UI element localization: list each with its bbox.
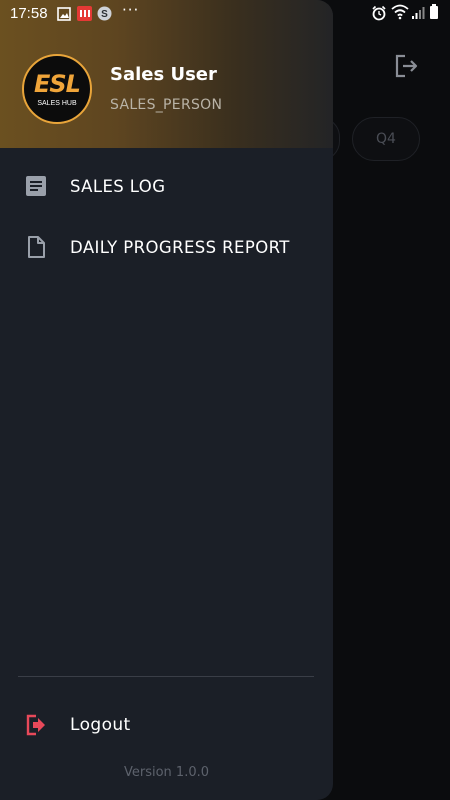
avatar-logo: ESL SALES HUB [22, 54, 92, 124]
logo-subtext: SALES HUB [37, 99, 77, 107]
article-icon [24, 174, 48, 198]
menu-item-sales-log[interactable]: SALES LOG [0, 158, 333, 214]
notification-app-icon [77, 6, 92, 25]
navigation-drawer: ESL SALES HUB Sales User SALES_PERSON SA… [0, 0, 333, 800]
skype-icon: S [97, 6, 112, 25]
signal-icon [411, 5, 425, 24]
divider [18, 676, 314, 677]
status-time: 17:58 [10, 5, 48, 22]
document-icon [24, 235, 48, 259]
image-icon [57, 6, 71, 25]
logout-icon [24, 713, 48, 737]
menu-item-daily-progress-report[interactable]: DAILY PROGRESS REPORT [0, 219, 333, 275]
status-bar: 17:58 S ··· [0, 0, 450, 28]
logout-icon[interactable] [392, 52, 420, 80]
logo-text: ESL [34, 69, 81, 98]
user-name: Sales User [110, 64, 217, 85]
menu-item-label: DAILY PROGRESS REPORT [70, 237, 290, 257]
logout-button[interactable]: Logout [0, 697, 333, 753]
logout-label: Logout [70, 715, 131, 735]
quarter-chip-q4[interactable]: Q4 [352, 117, 420, 161]
version-text: Version 1.0.0 [123, 765, 209, 780]
menu-item-label: SALES LOG [70, 176, 166, 196]
more-notifications-dots: ··· [122, 1, 140, 19]
user-role: SALES_PERSON [110, 97, 223, 113]
chip-label: Q4 [376, 131, 396, 147]
battery-icon [429, 4, 439, 24]
svg-text:S: S [101, 9, 108, 20]
wifi-icon [391, 4, 409, 24]
alarm-icon [371, 5, 387, 25]
